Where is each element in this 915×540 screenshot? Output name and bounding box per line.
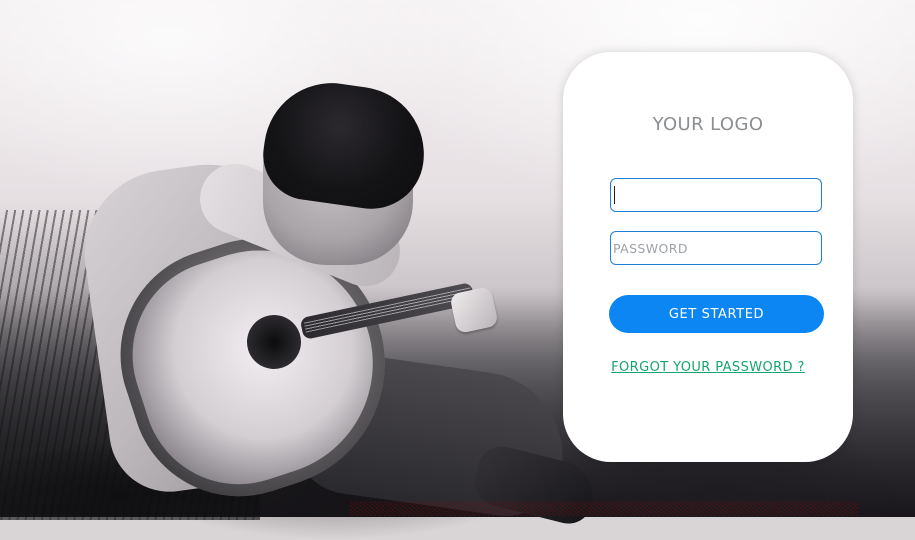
password-input[interactable]: PASSWORD [610,231,822,265]
get-started-button[interactable]: GET STARTED [609,295,824,333]
login-card: YOUR LOGO PASSWORD GET STARTED FORGOT YO… [563,52,853,462]
guitar-headstock [449,286,499,334]
forgot-password-link[interactable]: FORGOT YOUR PASSWORD ? [563,360,853,375]
username-input[interactable] [610,178,822,212]
boy-with-guitar [73,74,601,540]
password-placeholder: PASSWORD [613,240,688,256]
bottom-overlay-text: ░░░░░░░░░░░░░░░░░░░░░░░░░░░░░░░░░░░░░░░░… [349,502,861,516]
logo-text: YOUR LOGO [652,114,764,135]
text-caret [614,186,615,204]
